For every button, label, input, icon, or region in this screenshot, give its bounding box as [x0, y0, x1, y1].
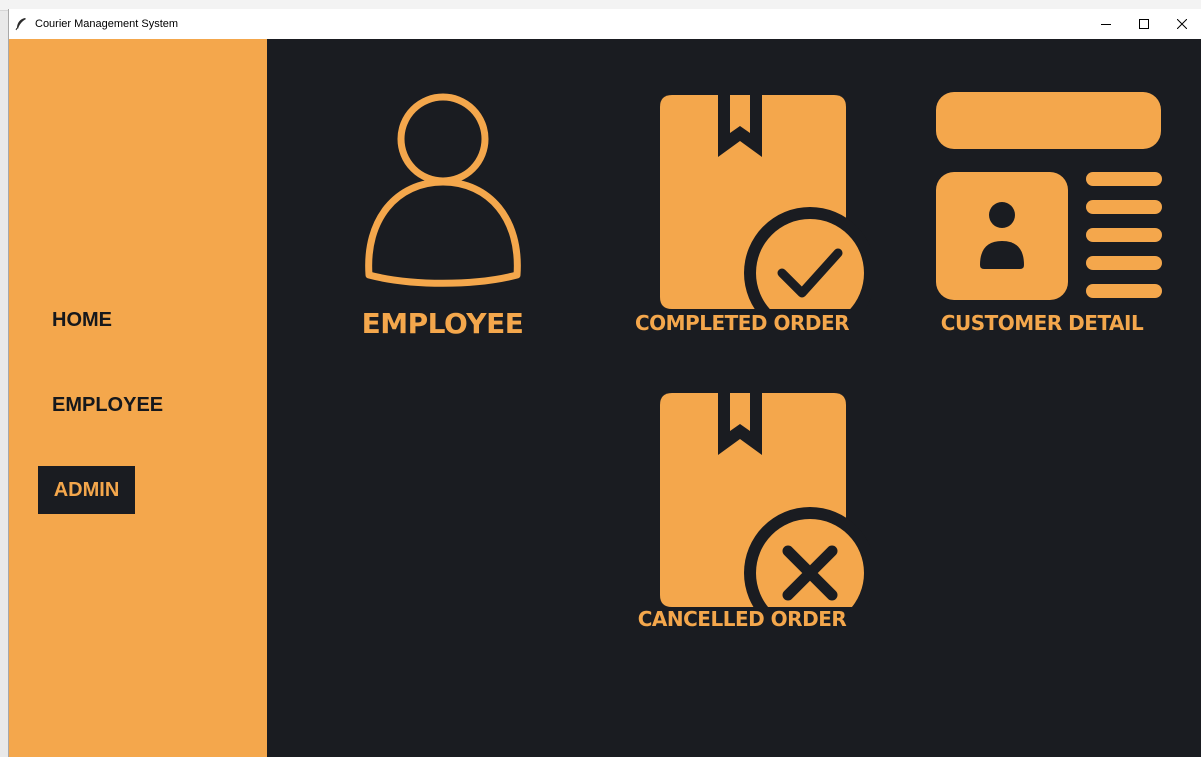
close-button[interactable] [1163, 9, 1201, 39]
customer-detail-tile[interactable]: CUSTOMER DETAIL [912, 89, 1172, 339]
package-check-icon [660, 95, 872, 309]
customer-detail-tile-label: CUSTOMER DETAIL [940, 311, 1144, 335]
feather-icon [14, 17, 28, 31]
sidebar-item-home[interactable]: HOME [52, 309, 112, 332]
cancelled-order-tile-label: CANCELLED ORDER [637, 607, 847, 631]
employee-tile-label: EMPLOYEE [361, 307, 524, 340]
dashboard-main: EMPLOYEE COMPLETED ORDER CUSTOMER DETAIL… [267, 39, 1201, 757]
package-cancel-icon [660, 393, 872, 607]
sidebar-item-employee[interactable]: EMPLOYEE [52, 394, 163, 417]
client-area: HOME EMPLOYEE ADMIN EMPLOYEE COMPLETED O… [9, 39, 1201, 757]
title-bar[interactable]: Courier Management System [9, 9, 1201, 39]
app-window: Courier Management System HOME EMPLOYEE … [8, 9, 1201, 757]
minimize-icon [1101, 19, 1111, 29]
completed-order-tile-label: COMPLETED ORDER [634, 311, 850, 335]
window-title: Courier Management System [35, 18, 179, 30]
employee-tile[interactable]: EMPLOYEE [355, 89, 530, 340]
sidebar: HOME EMPLOYEE ADMIN [9, 39, 267, 757]
maximize-button[interactable] [1125, 9, 1163, 39]
cancelled-order-tile[interactable]: CANCELLED ORDER [612, 387, 872, 637]
maximize-icon [1139, 19, 1149, 29]
sidebar-item-admin[interactable]: ADMIN [38, 466, 135, 514]
person-outline-icon [365, 93, 521, 287]
minimize-button[interactable] [1087, 9, 1125, 39]
close-icon [1177, 19, 1187, 29]
id-card-icon [936, 92, 1162, 300]
completed-order-tile[interactable]: COMPLETED ORDER [612, 89, 872, 339]
